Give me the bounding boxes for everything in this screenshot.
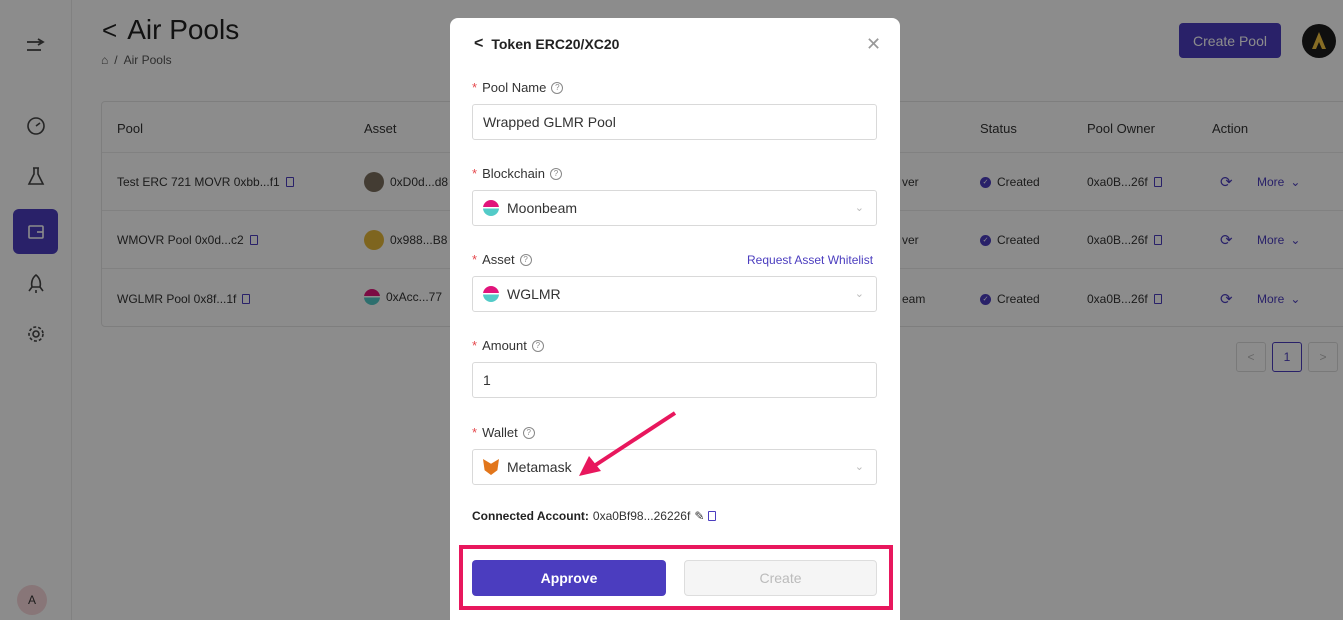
blockchain-select[interactable]: Moonbeam ⌄ — [472, 190, 877, 226]
wglmr-icon — [483, 286, 499, 302]
blockchain-label: * Blockchain? — [472, 166, 562, 181]
help-icon[interactable]: ? — [522, 426, 535, 439]
close-icon[interactable]: ✕ — [866, 34, 881, 55]
help-icon[interactable]: ? — [519, 253, 532, 266]
pool-name-input[interactable]: Wrapped GLMR Pool — [472, 104, 877, 140]
pool-name-label: * Pool Name? — [472, 80, 564, 95]
asset-select[interactable]: WGLMR ⌄ — [472, 276, 877, 312]
annotation-arrow — [579, 411, 677, 476]
copy-icon[interactable] — [708, 511, 717, 521]
annotation-highlight-box — [459, 545, 893, 610]
chevron-down-icon: ⌄ — [854, 461, 864, 473]
help-icon[interactable]: ? — [531, 339, 544, 352]
chevron-down-icon: ⌄ — [854, 202, 864, 214]
amount-label: * Amount? — [472, 338, 544, 353]
amount-input[interactable]: 1 — [472, 362, 877, 398]
help-icon[interactable]: ? — [551, 81, 564, 94]
create-pool-modal: < Token ERC20/XC20 ✕ * Pool Name? Wrapped… — [450, 18, 900, 620]
moonbeam-icon — [483, 200, 499, 216]
asset-label: * Asset? — [472, 252, 532, 267]
edit-icon[interactable]: ✎ — [694, 509, 704, 523]
connected-account: Connected Account: 0xa0Bf98...26226f ✎ — [472, 509, 717, 523]
help-icon[interactable]: ? — [549, 167, 562, 180]
modal-title: < Token ERC20/XC20 — [474, 35, 620, 53]
wallet-label: * Wallet? — [472, 425, 535, 440]
back-chevron-icon[interactable]: < — [474, 35, 483, 53]
metamask-icon — [483, 459, 499, 475]
request-asset-whitelist-link[interactable]: Request Asset Whitelist — [747, 253, 873, 267]
chevron-down-icon: ⌄ — [854, 288, 864, 300]
